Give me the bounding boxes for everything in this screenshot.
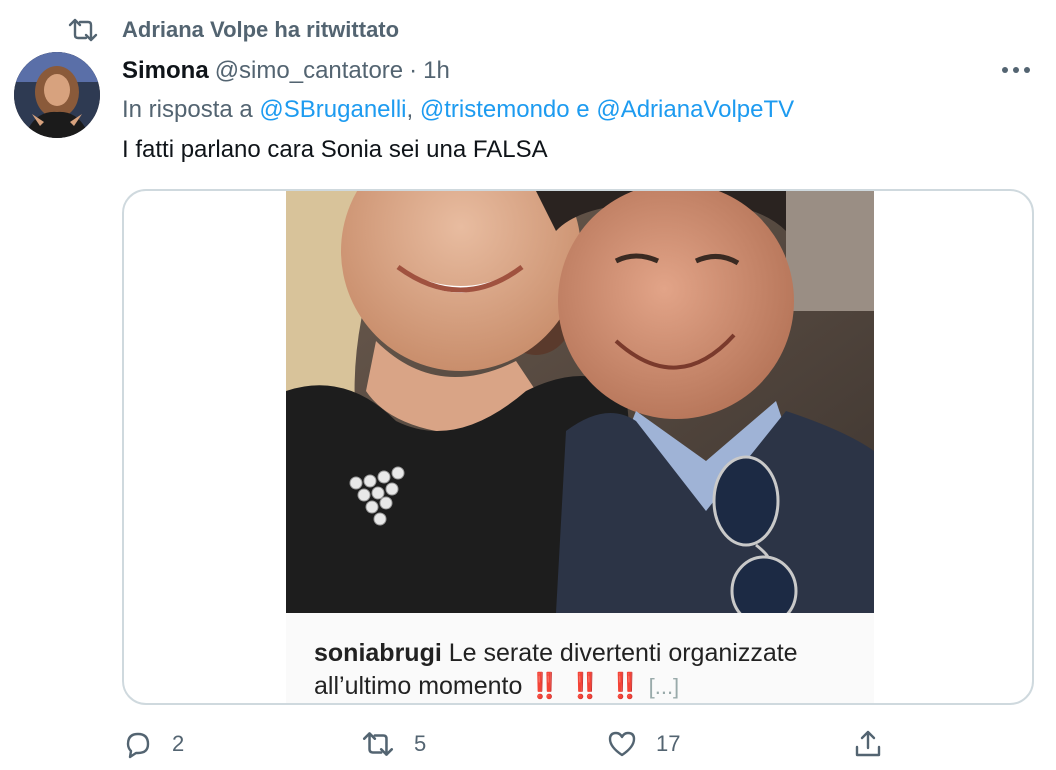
reply-icon [126,732,150,759]
tweet-header: Simona @simo_cantatore · 1h [122,54,1036,88]
tweet-text: I fatti parlano cara Sonia sei una FALSA [122,136,548,163]
tweet-time[interactable]: 1h [423,57,450,85]
share-icon [855,730,881,757]
author-handle[interactable]: @simo_cantatore [215,57,403,85]
heart-icon [608,731,636,757]
retweet-button[interactable]: 5 [360,726,426,762]
retweet-icon [68,18,98,42]
separator-dot: · [409,57,418,84]
caption-username: soniabrugi [314,639,442,667]
more-icon [1002,67,1030,73]
retweet-icon [362,732,394,756]
photo-caption: soniabrugi Le serate divertenti organizz… [314,637,874,703]
retweeted-by-row[interactable]: Adriana Volpe ha ritwittato [66,14,399,46]
author-name[interactable]: Simona [122,57,209,85]
caption-more: [...] [648,674,680,699]
media-card[interactable]: soniabrugi Le serate divertenti organizz… [122,189,1034,705]
mention-adrianavolpetv[interactable]: @AdrianaVolpeTV [596,96,794,123]
more-button[interactable] [1000,56,1032,84]
retweet-count: 5 [414,731,427,756]
caption-text-line-2: all’ultimo momento [314,672,523,700]
reply-to-line: In risposta a @SBruganelli, @tristemondo… [122,96,794,124]
reply-button[interactable]: 2 [122,726,184,762]
caption-exclamations: ‼️ ‼️ ‼️ [529,672,642,700]
share-button[interactable] [852,726,884,762]
like-button[interactable]: 17 [606,726,680,762]
avatar[interactable] [14,52,100,138]
tweet-photo[interactable] [286,191,874,613]
tweet-actions: 2 5 17 [122,726,902,762]
retweeted-by-label[interactable]: Adriana Volpe ha ritwittato [122,17,399,43]
caption-text-line-1: Le serate divertenti organizzate [448,639,798,667]
mention-separator: , [406,96,414,123]
like-count: 17 [656,731,681,756]
reply-prefix: In risposta a [122,96,253,123]
reply-count: 2 [172,731,185,756]
mention-sbruganelli[interactable]: @SBruganelli [259,96,406,123]
mention-conjunction: e [576,96,590,123]
mention-tristemondo[interactable]: @tristemondo [420,96,570,123]
